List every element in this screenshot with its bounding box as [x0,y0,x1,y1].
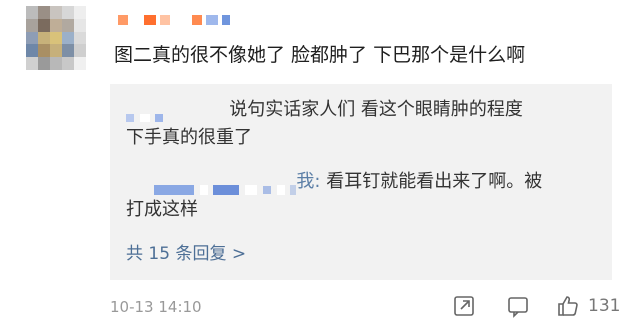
username-mosaic[interactable] [118,12,230,28]
reply-username-mosaic[interactable] [126,104,164,122]
comment-icon[interactable] [506,294,530,318]
reply-username-mosaic[interactable] [154,176,297,195]
reply-text-line2: 下手真的很重了 [126,127,252,148]
comment-card: 图二真的很不像她了 脸都肿了 下巴那个是什么啊 说句实话家人们 看这个眼睛肿的程… [0,0,640,322]
comment-footer: 10-13 14:10 131 [0,290,640,322]
avatar[interactable] [26,6,86,70]
comment-timestamp: 10-13 14:10 [110,298,202,316]
reply-text-line1: 看耳钉就能看出来了啊。被 [320,171,543,192]
view-all-replies-link[interactable]: 共 15 条回复 > [126,242,246,266]
comment-text: 图二真的很不像她了 脸都肿了 下巴那个是什么啊 [114,44,526,66]
reply-text-line2: 打成这样 [126,199,198,220]
reply-text-line1: 说句实话家人们 看这个眼睛肿的程度 [229,99,523,120]
replies-box[interactable]: 说句实话家人们 看这个眼睛肿的程度 下手真的很重了 我: 看耳钉就能看出来了啊。… [110,84,612,280]
reply-item[interactable]: 我: 看耳钉就能看出来了啊。被 打成这样 [126,168,596,224]
like-count: 131 [588,296,621,316]
share-icon[interactable] [452,294,476,318]
reply-username-tail[interactable]: 我: [296,171,320,192]
reply-item[interactable]: 说句实话家人们 看这个眼睛肿的程度 下手真的很重了 [126,96,596,152]
thumbs-up-icon[interactable] [556,294,580,318]
